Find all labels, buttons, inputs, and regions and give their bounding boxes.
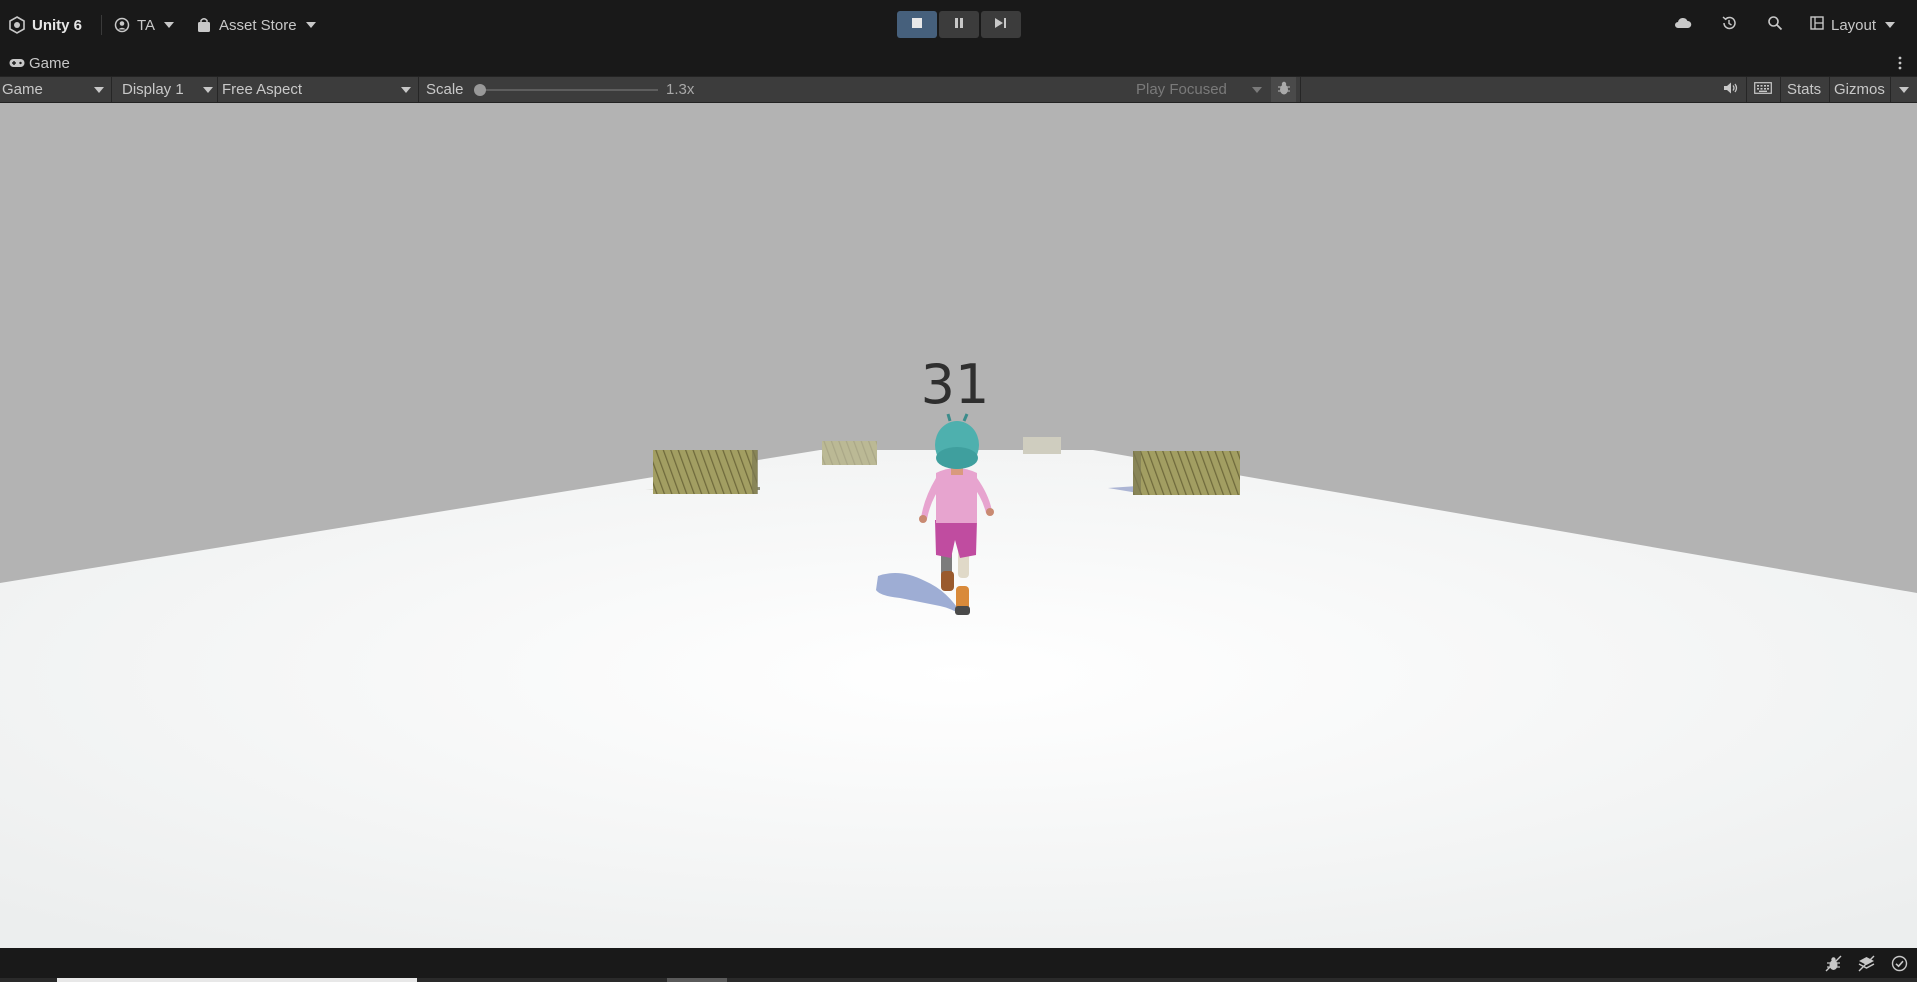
tab-game-label: Game [29, 54, 70, 72]
layout-dropdown[interactable]: Layout [1810, 0, 1896, 50]
view-select[interactable]: Game [2, 77, 106, 102]
view-select-label: Game [2, 81, 43, 98]
chevron-down-icon [1885, 22, 1896, 28]
asset-store-dropdown[interactable]: Asset Store [197, 0, 316, 50]
game-view-toolbar: Game Display 1 Free Aspect Scale 1.3x Pl… [0, 76, 1917, 103]
gamepad-icon [9, 55, 25, 72]
gizmos-toggle[interactable]: Gizmos [1834, 77, 1885, 102]
asset-store-bag-icon [197, 17, 211, 33]
unity-logo-icon [8, 16, 26, 34]
toolbar-divider [217, 77, 218, 102]
game-view[interactable]: 31 [0, 103, 1917, 948]
scale-slider-track [476, 89, 658, 91]
toolbar-divider [1300, 77, 1301, 102]
bug-icon [1276, 80, 1292, 100]
step-button[interactable] [981, 11, 1021, 38]
tab-bar: Game [0, 50, 1917, 76]
tab-game[interactable]: Game [9, 50, 70, 76]
taskbar-item [667, 978, 727, 982]
progress-status-button[interactable] [1891, 955, 1908, 976]
cloud-icon [1674, 16, 1692, 34]
history-button[interactable] [1721, 0, 1737, 50]
obstacle-far-left [822, 441, 877, 465]
chevron-down-icon [203, 87, 213, 93]
display-select[interactable]: Display 1 [122, 77, 214, 102]
playmode-controls [897, 11, 1021, 38]
check-icon [1891, 955, 1908, 976]
chevron-down-icon [94, 87, 104, 93]
kebab-menu-icon [1894, 56, 1906, 77]
play-mode-select[interactable]: Play Focused [1136, 77, 1264, 102]
asset-store-label: Asset Store [219, 16, 297, 34]
chevron-down-icon [401, 87, 411, 93]
scale-slider-thumb[interactable] [474, 84, 486, 96]
taskbar-strip [0, 978, 1917, 982]
account-label: TA [137, 16, 156, 34]
search-icon [1767, 15, 1783, 35]
account-dropdown[interactable]: TA [114, 0, 175, 50]
toolbar-divider [1829, 77, 1830, 102]
search-button[interactable] [1767, 0, 1783, 50]
keyboard-icon [1754, 81, 1772, 98]
stop-button[interactable] [897, 11, 937, 38]
main-toolbar: Unity 6 TA Asset Store Layout [0, 0, 1917, 50]
toolbar-divider [418, 77, 419, 102]
aspect-select-label: Free Aspect [222, 81, 303, 98]
obstacle-near-left [645, 450, 760, 494]
stats-toggle[interactable]: Stats [1787, 77, 1821, 102]
chevron-down-icon [1252, 87, 1262, 93]
layout-label: Layout [1831, 16, 1877, 34]
bug-icon [1825, 955, 1842, 976]
chevron-down-icon [305, 22, 316, 28]
scale-label: Scale [426, 81, 464, 98]
shortcuts-toggle[interactable] [1752, 77, 1774, 102]
score-counter: 31 [920, 353, 990, 416]
chevron-down-icon [1899, 86, 1909, 93]
history-icon [1721, 15, 1737, 35]
gizmos-dropdown[interactable] [1894, 77, 1914, 102]
toolbar-divider [111, 77, 112, 102]
layers-icon [1858, 955, 1875, 976]
pause-icon [953, 16, 965, 33]
toolbar-divider [1746, 77, 1747, 102]
gizmos-label: Gizmos [1834, 81, 1885, 98]
scale-slider[interactable] [474, 83, 660, 97]
layout-icon [1810, 16, 1824, 34]
obstacle-far-right [1023, 437, 1061, 454]
toolbar-divider [1780, 77, 1781, 102]
taskbar-item [57, 978, 417, 982]
topbar-divider [101, 15, 102, 35]
stats-label: Stats [1787, 81, 1822, 98]
mute-audio-toggle[interactable] [1721, 77, 1741, 102]
debug-status-button[interactable] [1825, 955, 1842, 976]
play-mode-label: Play Focused [1136, 81, 1227, 98]
game-render [0, 413, 1917, 948]
scale-value: 1.3x [666, 81, 695, 98]
account-icon [114, 17, 130, 33]
toolbar-divider [1890, 77, 1891, 102]
step-icon [994, 16, 1008, 33]
status-bar [0, 948, 1917, 978]
display-select-label: Display 1 [122, 81, 184, 98]
debug-toggle[interactable] [1271, 77, 1296, 102]
layers-status-button[interactable] [1858, 955, 1875, 976]
unity-menu[interactable]: Unity 6 [8, 0, 82, 50]
product-name: Unity 6 [32, 16, 83, 34]
pause-button[interactable] [939, 11, 979, 38]
cloud-button[interactable] [1674, 0, 1692, 50]
more-options-button[interactable] [1894, 53, 1906, 73]
aspect-select[interactable]: Free Aspect [222, 77, 412, 102]
speaker-icon [1723, 81, 1739, 99]
chevron-down-icon [164, 22, 175, 28]
stop-icon [911, 16, 923, 33]
